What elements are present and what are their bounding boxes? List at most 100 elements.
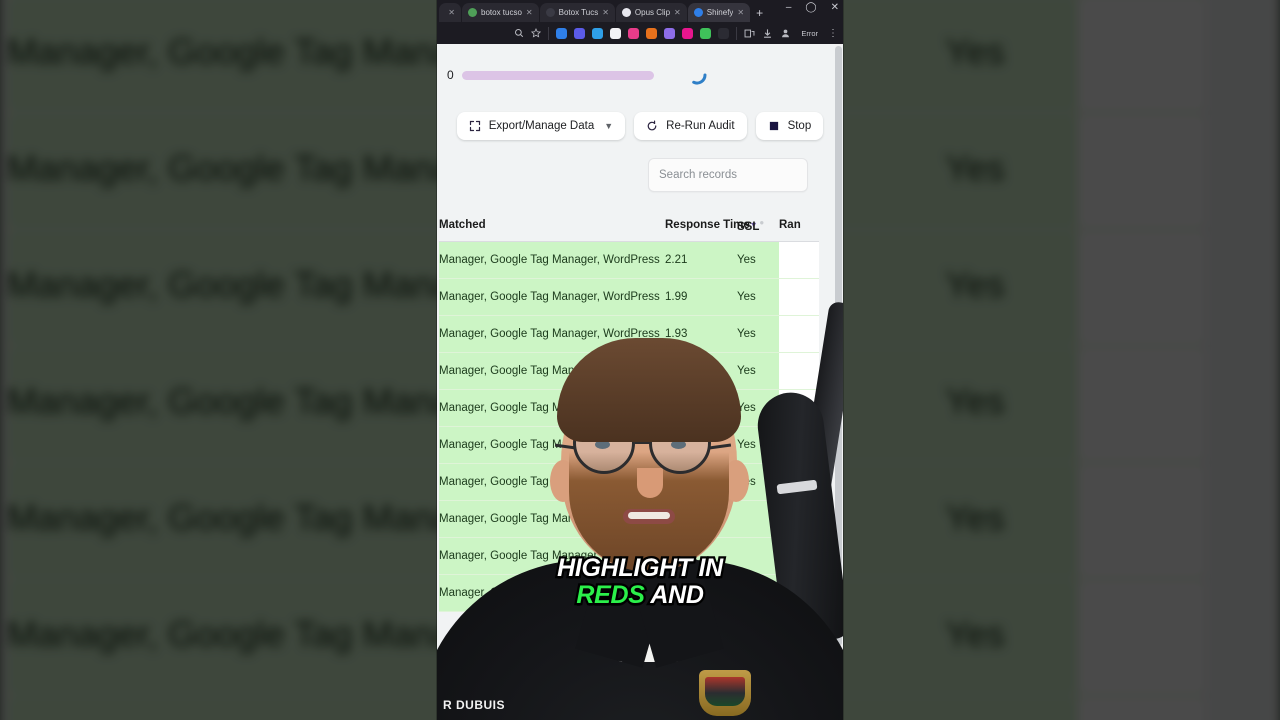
app-body: 0 Export/Manage Data ▼ Re-Run Audit Stop… — [437, 44, 843, 720]
close-icon[interactable]: ✕ — [526, 8, 533, 17]
extension-icon-8[interactable] — [682, 27, 694, 39]
cell-response: 2.21 — [665, 241, 737, 279]
extension-icon-9[interactable] — [700, 27, 712, 39]
browser-toolbar[interactable]: Error ⋮ — [437, 22, 843, 44]
cell-matched: Manager, Google Tag Manager, WordPress — [439, 389, 665, 427]
kebab-menu-icon[interactable]: ⋮ — [828, 28, 838, 39]
error-badge[interactable]: Error — [798, 28, 821, 39]
browser-tab-label: botox tucso — [481, 8, 522, 17]
cell-rank — [779, 352, 819, 390]
cell-rank — [779, 426, 819, 464]
toolbar-divider-2 — [736, 26, 738, 40]
search-records-field[interactable]: Search records — [648, 158, 808, 192]
cell-ssl: Yes — [737, 389, 779, 427]
table-row[interactable]: Manager, Google Tag Manager, WordPress 1.… — [439, 352, 819, 390]
browser-tab-0[interactable]: ✕ — [439, 3, 461, 22]
cell-ssl — [737, 537, 779, 575]
table-row[interactable]: Manager, Google Tag Manager, WordPress Ye… — [439, 574, 819, 612]
close-icon[interactable]: ✕ — [674, 8, 681, 17]
browser-tab-2[interactable]: Botox Tucs ✕ — [539, 3, 615, 22]
minimize-icon[interactable]: – — [786, 2, 792, 13]
extension-icon-4[interactable] — [610, 27, 622, 39]
column-header-ssl[interactable]: SSL● — [737, 208, 779, 242]
cell-ssl: Yes — [737, 352, 779, 390]
extension-icon-2[interactable] — [574, 27, 586, 39]
download-icon[interactable] — [762, 28, 773, 39]
export-manage-data-button[interactable]: Export/Manage Data ▼ — [456, 112, 626, 140]
cell-rank — [779, 389, 819, 427]
table-row[interactable]: Manager, Google Tag Manager, WordPress 1.… — [439, 463, 819, 501]
export-manage-data-label: Export/Manage Data — [488, 120, 595, 132]
extension-icon-5[interactable] — [628, 27, 640, 39]
expand-icon — [469, 120, 481, 132]
cell-rank — [779, 500, 819, 538]
cell-matched: Manager, Google Tag Manager, WordPress — [439, 463, 665, 501]
tab-favicon-icon — [468, 8, 477, 17]
extension-icon-3[interactable] — [592, 27, 604, 39]
table-row[interactable]: Manager, Google Tag Manager, WordPress — [439, 537, 819, 575]
re-run-audit-label: Re-Run Audit — [666, 120, 735, 132]
vertical-scrollbar[interactable] — [835, 44, 842, 720]
extension-icon-6[interactable] — [646, 27, 658, 39]
restore-icon[interactable]: ◯ — [805, 2, 816, 13]
plus-icon[interactable]: + — [756, 6, 763, 22]
column-header-rank[interactable]: Ran — [779, 208, 819, 242]
close-icon[interactable]: ✕ — [602, 8, 609, 17]
table-row[interactable]: Manager, Google Tag Manager, WordPress 1.… — [439, 389, 819, 427]
table-row[interactable]: Manager, Google Tag Manager, WordPress 1.… — [439, 315, 819, 353]
browser-tab-4[interactable]: Shinefy ✕ — [687, 3, 751, 22]
column-header-response-time[interactable]: Response Time▼ — [665, 208, 758, 242]
records-table: Matched Response Time▼ SSL● Ran — [439, 208, 819, 612]
extension-icon-7[interactable] — [664, 27, 676, 39]
search-row: Search records — [437, 140, 843, 192]
extension-icon-1[interactable] — [556, 27, 568, 39]
shirt-badge — [699, 670, 751, 716]
browser-tab-label: Opus Clip — [634, 8, 671, 17]
cell-ssl: Yes — [737, 241, 779, 279]
table-row[interactable]: Manager, Google Tag Manager, WordPress 1.… — [439, 426, 819, 464]
close-icon[interactable]: ✕ — [448, 8, 455, 17]
close-window-icon[interactable]: ✕ — [831, 2, 839, 13]
star-icon[interactable] — [531, 28, 542, 38]
cell-rank — [779, 574, 819, 612]
cell-ssl — [737, 500, 779, 538]
cell-matched: Manager, Google Tag Manager, WordPress — [439, 352, 665, 390]
window-controls[interactable]: – ◯ ✕ — [786, 2, 839, 13]
tab-groups-icon[interactable] — [744, 28, 755, 39]
scrollbar-thumb[interactable] — [835, 46, 842, 646]
cell-ssl: Yes — [737, 315, 779, 353]
progress-row: 0 — [437, 44, 843, 106]
browser-tab-3[interactable]: Opus Clip ✕ — [615, 3, 687, 22]
table-row[interactable]: Manager, Google Tag Manager, WordPress 2.… — [439, 241, 819, 279]
screenshot-stage: 0 Export/Manage Data Re-Run Audit Stop S… — [0, 0, 1280, 720]
cell-response: 1.99 — [665, 278, 737, 316]
column-header-matched[interactable]: Matched — [439, 208, 665, 242]
cell-rank — [779, 537, 819, 575]
search-icon[interactable] — [514, 28, 524, 38]
extension-icons[interactable] — [556, 27, 730, 39]
browser-tabstrip[interactable]: ✕ botox tucso ✕ Botox Tucs ✕ Opus Clip ✕ Shinef… — [437, 0, 843, 22]
search-placeholder: Search records — [659, 169, 737, 181]
cell-matched: Manager, Google Tag Manager, WordPress — [439, 537, 665, 575]
shirt-text: R DUBUIS — [443, 698, 506, 712]
cell-rank — [779, 241, 819, 279]
stop-button[interactable]: Stop — [755, 112, 824, 140]
cell-response — [665, 500, 737, 538]
table-row[interactable]: Manager, Google Tag Manager, WordPress 1.… — [439, 278, 819, 316]
tab-favicon-icon — [693, 8, 703, 17]
profile-icon[interactable] — [780, 28, 791, 39]
table-container: Matched Response Time▼ SSL● Ran — [437, 192, 843, 612]
cell-matched: Manager, Google Tag Manager, WordPress — [439, 315, 665, 353]
cell-matched: Manager, Google Tag Manager, WordPress — [439, 574, 665, 612]
chevron-down-icon[interactable]: ▼ — [604, 121, 613, 131]
refresh-icon — [646, 120, 658, 132]
cell-response: 1.53 — [665, 426, 737, 464]
re-run-audit-button[interactable]: Re-Run Audit — [634, 112, 747, 140]
browser-tab-1[interactable]: botox tucso ✕ — [462, 3, 539, 22]
table-row[interactable]: Manager, Google Tag Manager, WordPress — [439, 500, 819, 538]
action-button-row[interactable]: Export/Manage Data ▼ Re-Run Audit Stop — [437, 106, 843, 140]
close-icon[interactable]: ✕ — [737, 8, 744, 17]
extension-icon-10[interactable] — [718, 27, 730, 39]
loading-spinner-icon — [686, 64, 708, 86]
table-header-row: Matched Response Time▼ SSL● Ran — [439, 208, 819, 242]
